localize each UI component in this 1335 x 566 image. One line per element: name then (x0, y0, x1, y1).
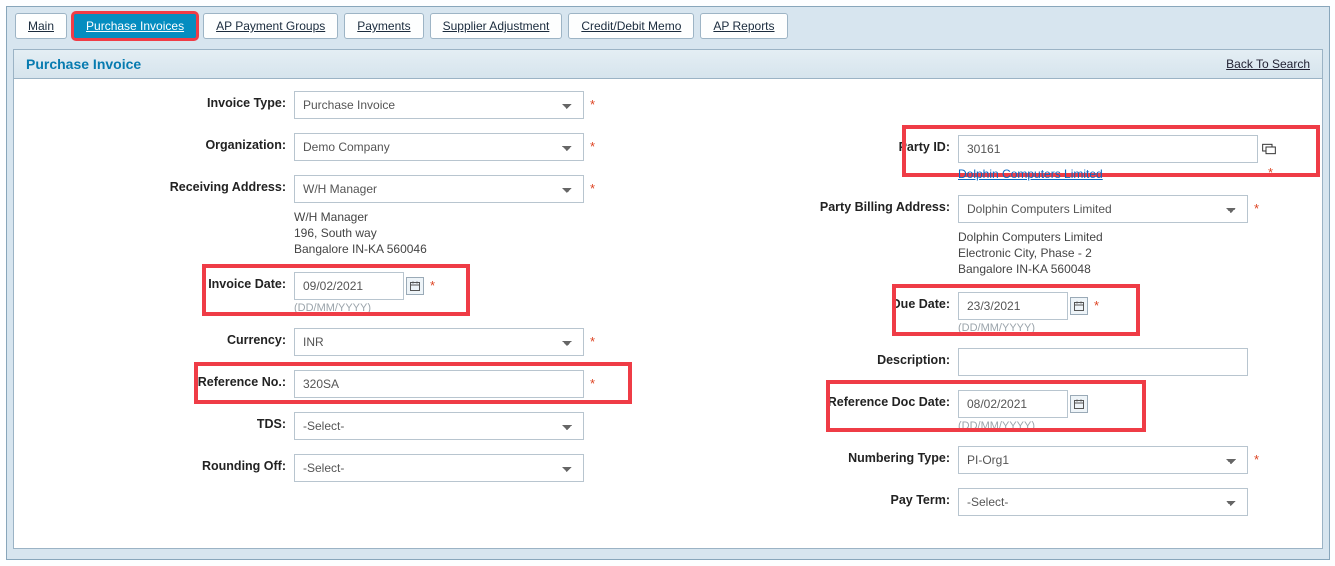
required-mark: * (1254, 195, 1259, 223)
required-mark: * (590, 91, 595, 119)
reference-doc-date-label: Reference Doc Date: (688, 390, 958, 409)
required-mark: * (1268, 159, 1273, 187)
form-body: Invoice Type: Purchase Invoice * Organiz… (14, 79, 1322, 548)
description-label: Description: (688, 348, 958, 367)
left-column: Invoice Type: Purchase Invoice * Organiz… (24, 91, 648, 530)
organization-label: Organization: (24, 133, 294, 152)
currency-label: Currency: (24, 328, 294, 347)
numbering-type-label: Numbering Type: (688, 446, 958, 465)
reference-no-label: Reference No.: (24, 370, 294, 389)
invoice-type-label: Invoice Type: (24, 91, 294, 110)
required-mark: * (430, 272, 435, 300)
panel-title: Purchase Invoice (26, 56, 141, 72)
pay-term-select[interactable]: -Select- (958, 488, 1248, 516)
tab-ap-payment-groups[interactable]: AP Payment Groups (203, 13, 338, 39)
organization-select[interactable]: Demo Company (294, 133, 584, 161)
party-billing-address-select[interactable]: Dolphin Computers Limited (958, 195, 1248, 223)
date-format-hint: (DD/MM/YYYY) (958, 322, 1035, 334)
due-date-label: Due Date: (688, 292, 958, 311)
invoice-type-select[interactable]: Purchase Invoice (294, 91, 584, 119)
tab-credit-debit-memo[interactable]: Credit/Debit Memo (568, 13, 694, 39)
numbering-type-select[interactable]: PI-Org1 (958, 446, 1248, 474)
invoice-date-label: Invoice Date: (24, 272, 294, 291)
panel-header: Purchase Invoice Back To Search (14, 50, 1322, 79)
right-column: Party ID: Dolphin Computers Limited * (688, 91, 1312, 530)
required-mark: * (590, 370, 595, 398)
required-mark: * (590, 133, 595, 161)
tab-payments[interactable]: Payments (344, 13, 423, 39)
party-name-link[interactable]: Dolphin Computers Limited (958, 167, 1103, 181)
required-mark: * (1094, 292, 1099, 320)
calendar-icon[interactable] (1070, 395, 1088, 413)
tab-purchase-invoices[interactable]: Purchase Invoices (73, 13, 197, 39)
receiving-address-select[interactable]: W/H Manager (294, 175, 584, 203)
receiving-address-display: W/H Manager 196, South way Bangalore IN-… (294, 209, 427, 258)
tab-supplier-adjustment[interactable]: Supplier Adjustment (430, 13, 563, 39)
required-mark: * (1254, 446, 1259, 474)
invoice-date-input[interactable] (294, 272, 404, 300)
required-mark: * (590, 175, 595, 203)
calendar-icon[interactable] (1070, 297, 1088, 315)
party-billing-address-label: Party Billing Address: (688, 195, 958, 214)
date-format-hint: (DD/MM/YYYY) (294, 302, 371, 314)
tab-main[interactable]: Main (15, 13, 67, 39)
party-billing-address-display: Dolphin Computers Limited Electronic Cit… (958, 229, 1103, 278)
description-input[interactable] (958, 348, 1248, 376)
tds-label: TDS: (24, 412, 294, 431)
receiving-address-label: Receiving Address: (24, 175, 294, 194)
rounding-off-select[interactable]: -Select- (294, 454, 584, 482)
tab-ap-reports[interactable]: AP Reports (700, 13, 787, 39)
required-mark: * (590, 328, 595, 356)
reference-no-input[interactable] (294, 370, 584, 398)
panel: Purchase Invoice Back To Search Invoice … (13, 49, 1323, 549)
tab-bar: Main Purchase Invoices AP Payment Groups… (13, 13, 1323, 49)
rounding-off-label: Rounding Off: (24, 454, 294, 473)
due-date-input[interactable] (958, 292, 1068, 320)
calendar-icon[interactable] (406, 277, 424, 295)
pay-term-label: Pay Term: (688, 488, 958, 507)
lookup-icon[interactable] (1262, 142, 1278, 156)
app-frame: Main Purchase Invoices AP Payment Groups… (6, 6, 1330, 560)
party-id-input[interactable] (958, 135, 1258, 163)
date-format-hint: (DD/MM/YYYY) (958, 420, 1035, 432)
back-to-search-link[interactable]: Back To Search (1226, 57, 1310, 71)
currency-select[interactable]: INR (294, 328, 584, 356)
party-id-label: Party ID: (688, 135, 958, 154)
reference-doc-date-input[interactable] (958, 390, 1068, 418)
tds-select[interactable]: -Select- (294, 412, 584, 440)
